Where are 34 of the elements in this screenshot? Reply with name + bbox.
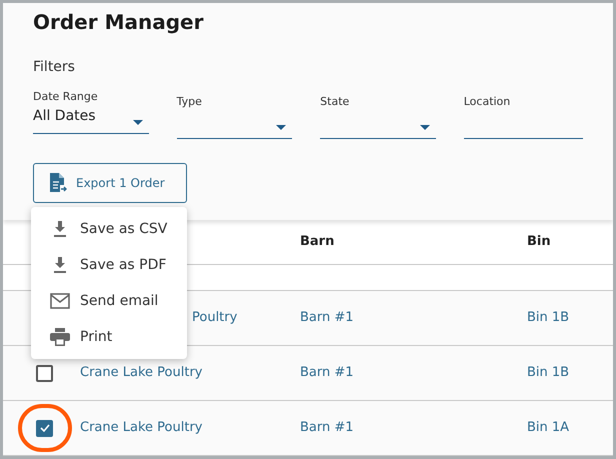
column-header: Barn (300, 233, 336, 252)
caret-icon (132, 120, 143, 125)
export-button[interactable]: Export 1 Order (33, 163, 187, 203)
menu-item[interactable]: Save as CSV (31, 211, 187, 247)
checkmark-icon (38, 422, 50, 434)
client-link[interactable]: Crane Lake Poultry (80, 365, 202, 380)
menu-item[interactable]: Send email (31, 283, 187, 319)
filters-heading: Filters (33, 58, 76, 77)
barn-link[interactable]: Barn #1 (300, 310, 354, 326)
printer-icon (50, 328, 70, 346)
checkbox[interactable] (36, 420, 53, 436)
client-link[interactable]: Poultry (192, 310, 238, 326)
email-icon (50, 293, 70, 309)
field-label: State (320, 95, 350, 109)
bin-link[interactable]: Bin 1B (527, 365, 570, 380)
menu-item[interactable]: Save as PDF (31, 247, 187, 283)
bin-link[interactable]: Bin 1A (527, 420, 570, 436)
download-icon (53, 257, 67, 273)
caret-icon (420, 125, 430, 130)
checkbox[interactable] (36, 364, 53, 382)
field-label: Date Range (33, 90, 99, 104)
document-export-icon (48, 172, 68, 194)
field-label: Location (464, 95, 512, 109)
barn-link[interactable]: Barn #1 (300, 420, 354, 436)
caret-icon (276, 125, 286, 130)
barn-link[interactable]: Barn #1 (300, 365, 354, 380)
column-header: Bin (527, 233, 551, 252)
menu-item[interactable]: Print (31, 319, 187, 355)
client-link[interactable]: Crane Lake Poultry (80, 420, 202, 436)
dropdown-field[interactable]: All Dates (33, 106, 149, 134)
download-icon (53, 221, 67, 237)
page-title: Order Manager (33, 9, 204, 36)
field-label: Type (176, 95, 203, 109)
bin-link[interactable]: Bin 1B (527, 310, 570, 326)
